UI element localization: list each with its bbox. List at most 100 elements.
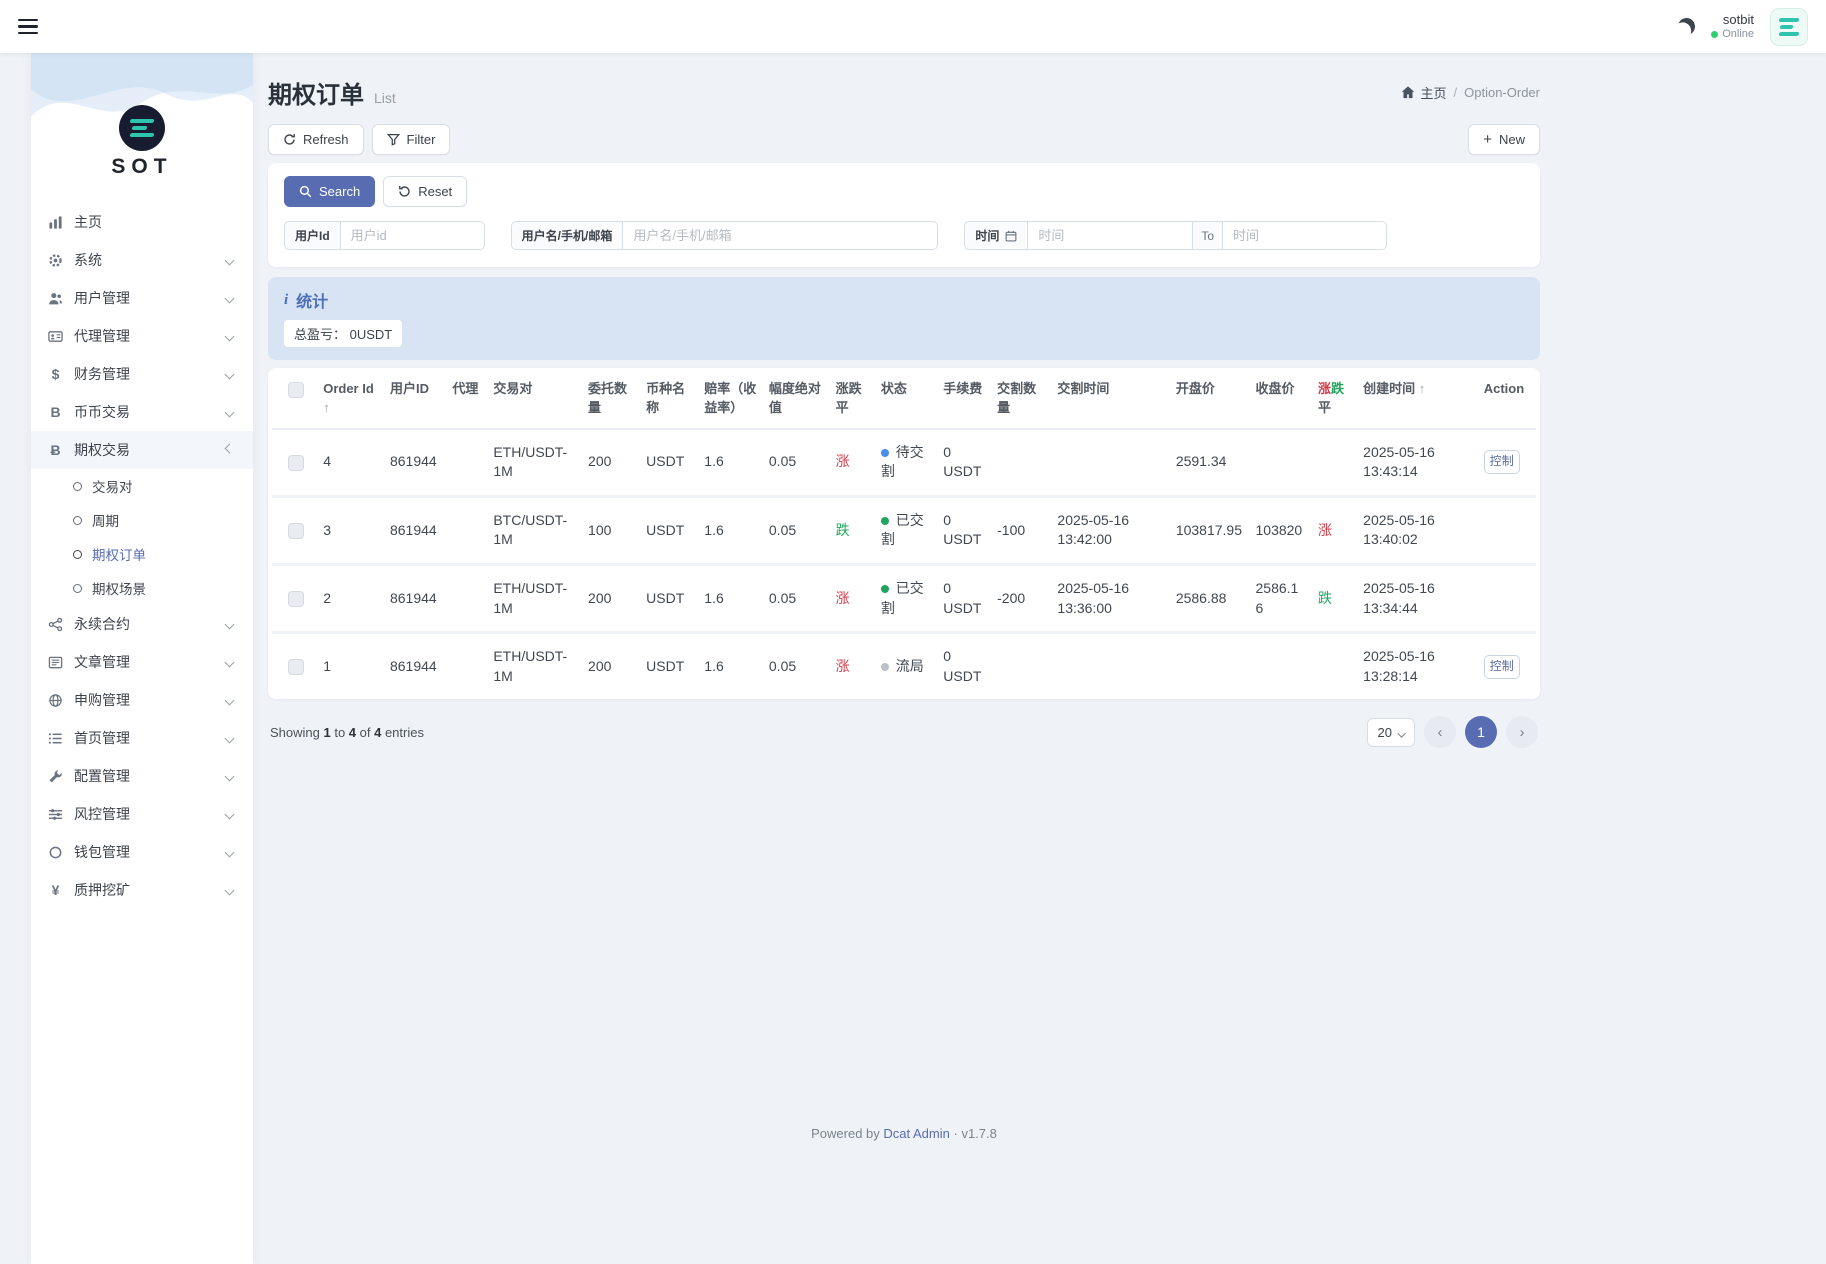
cell-user-id: 861944 — [384, 633, 446, 700]
sidebar-item-2[interactable]: 系统 — [31, 241, 253, 279]
sidebar-item-label: 系统 — [74, 250, 102, 270]
select-all-checkbox[interactable] — [288, 382, 304, 398]
cell-status: 已交割 — [875, 496, 937, 564]
time-to-label: To — [1192, 221, 1222, 250]
sidebar-item-6[interactable]: B币币交易 — [31, 393, 253, 431]
page-size-select[interactable]: 20 — [1367, 718, 1415, 747]
total-pnl-badge: 总盈亏： 0USDT — [284, 320, 402, 347]
cell-created-at: 2025-05-16 13:40:02 — [1357, 496, 1478, 564]
table-body: 4861944ETH/USDT-1M200USDT1.60.05涨 待交割0 U… — [272, 429, 1536, 700]
user-id-input[interactable] — [340, 221, 485, 250]
cell-agent — [446, 565, 487, 633]
row-checkbox[interactable] — [288, 659, 304, 675]
sort-arrow-icon[interactable]: ↑ — [1415, 381, 1425, 396]
time-end-input[interactable] — [1222, 221, 1387, 250]
search-button[interactable]: Search — [284, 176, 375, 207]
filter-user-id: 用户Id — [284, 221, 485, 250]
id-card-icon — [47, 329, 64, 344]
status-dot-icon — [881, 663, 889, 671]
home-icon — [1401, 86, 1415, 99]
column-header: 创建时间 ↑ — [1357, 368, 1478, 429]
sidebar-menu: 主页系统用户管理代理管理$财务管理B币币交易 Ƀ 期权交易交易对周期期权订单期权场景… — [31, 203, 253, 909]
brand-logo-icon — [119, 105, 165, 151]
sidebar-item-8[interactable]: 永续合约 — [31, 605, 253, 643]
sidebar-item-label: 首页管理 — [74, 728, 130, 748]
sidebar-item-10[interactable]: 申购管理 — [31, 681, 253, 719]
sidebar-item-11[interactable]: 首页管理 — [31, 719, 253, 757]
cell-pair: ETH/USDT-1M — [487, 429, 582, 497]
next-page-button[interactable]: › — [1506, 716, 1538, 748]
cell-pair: BTC/USDT-1M — [487, 496, 582, 564]
sidebar-item-1[interactable]: 主页 — [31, 203, 253, 241]
time-label: 时间 — [964, 221, 1027, 250]
dark-mode-toggle-icon[interactable] — [1676, 16, 1697, 37]
row-checkbox[interactable] — [288, 523, 304, 539]
sliders-icon — [47, 807, 64, 822]
sidebar-item-4[interactable]: 代理管理 — [31, 317, 253, 355]
sidebar-item-13[interactable]: 风控管理 — [31, 795, 253, 833]
sidebar-subitem[interactable]: 周期 — [31, 503, 253, 537]
sidebar-item-label: 用户管理 — [74, 288, 130, 308]
chevron-icon — [225, 809, 235, 819]
cell-result: 跌 — [1312, 565, 1357, 633]
bitcoin-icon: Ƀ — [47, 442, 64, 458]
sidebar-item-15[interactable]: ¥质押挖矿 — [31, 871, 253, 909]
cell-close-price — [1250, 633, 1312, 700]
user-input[interactable] — [622, 221, 938, 250]
article-icon — [47, 655, 64, 670]
breadcrumb-home-link[interactable]: 主页 — [1401, 83, 1446, 102]
sort-arrow-icon[interactable]: ↑ — [323, 400, 330, 415]
sidebar-item-label: 钱包管理 — [74, 842, 130, 862]
filter-button[interactable]: Filter — [372, 124, 451, 155]
list-icon — [47, 731, 64, 746]
dcat-admin-link[interactable]: Dcat Admin — [883, 1126, 949, 1141]
user-menu[interactable]: sotbit Online — [1711, 12, 1754, 42]
cell-open-price: 2586.88 — [1170, 565, 1250, 633]
sidebar-subitem[interactable]: 交易对 — [31, 469, 253, 503]
sidebar-item-3[interactable]: 用户管理 — [31, 279, 253, 317]
chevron-icon — [225, 885, 235, 895]
breadcrumb-separator: / — [1454, 85, 1458, 100]
sidebar-item-5[interactable]: $财务管理 — [31, 355, 253, 393]
sidebar-item-7[interactable]: Ƀ 期权交易 — [31, 431, 253, 469]
circle-bullet-icon — [73, 482, 82, 491]
new-button[interactable]: + New — [1468, 124, 1540, 155]
cell-settle-amount — [991, 429, 1051, 497]
refresh-icon — [283, 133, 296, 146]
sidebar-item-12[interactable]: 配置管理 — [31, 757, 253, 795]
chart-bar-icon — [47, 215, 64, 230]
sidebar-item-14[interactable]: 钱包管理 — [31, 833, 253, 871]
reset-button[interactable]: Reset — [383, 176, 467, 207]
sidebar-subitem[interactable]: 期权订单 — [31, 537, 253, 571]
hamburger-menu-icon[interactable] — [18, 19, 38, 34]
time-start-input[interactable] — [1027, 221, 1192, 250]
cell-settle-amount — [991, 633, 1051, 700]
chevron-icon — [225, 331, 235, 341]
row-checkbox[interactable] — [288, 591, 304, 607]
refresh-button[interactable]: Refresh — [268, 124, 364, 155]
user-avatar[interactable] — [1770, 8, 1808, 46]
cell-amplitude: 0.05 — [763, 633, 830, 700]
row-checkbox[interactable] — [288, 455, 304, 471]
sidebar-item-label: 期权交易 — [74, 440, 130, 460]
orders-table-card: Order Id ↑用户ID代理交易对委托数量币种名称赔率（收益率）幅度绝对值涨… — [268, 368, 1540, 699]
circle-icon — [47, 845, 64, 860]
cell-odds: 1.6 — [698, 565, 763, 633]
column-header: 用户ID — [384, 368, 446, 429]
sidebar-subitem-label: 周期 — [92, 510, 119, 530]
control-button[interactable]: 控制 — [1484, 655, 1520, 679]
prev-page-button[interactable]: ‹ — [1424, 716, 1456, 748]
cell-odds: 1.6 — [698, 429, 763, 497]
chevron-icon — [225, 657, 235, 667]
user-icon — [47, 291, 64, 306]
sidebar-item-9[interactable]: 文章管理 — [31, 643, 253, 681]
cell-direction: 涨 — [830, 565, 875, 633]
status-dot-icon — [881, 585, 889, 593]
current-page[interactable]: 1 — [1465, 716, 1497, 748]
user-id-label: 用户Id — [284, 221, 340, 250]
gear-icon — [47, 253, 64, 268]
control-button[interactable]: 控制 — [1484, 450, 1520, 474]
sidebar-brand-area: SOT — [31, 53, 253, 203]
sidebar-subitem[interactable]: 期权场景 — [31, 571, 253, 605]
cell-agent — [446, 496, 487, 564]
